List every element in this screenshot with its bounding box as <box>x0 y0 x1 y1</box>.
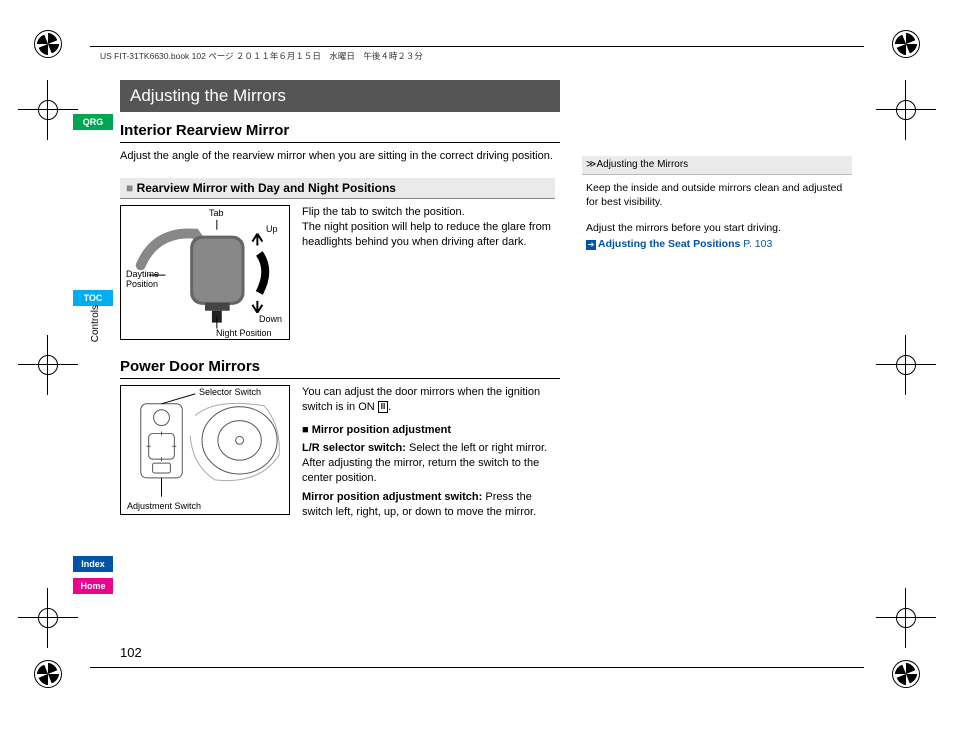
mpas-label: Mirror position adjustment switch: <box>302 491 482 503</box>
figure-rearview-mirror: Tab Up Down Daytime Position Night Posit… <box>120 205 290 340</box>
fig-text-2: The night position will help to reduce t… <box>302 220 560 250</box>
sidebar-link-row: ➜Adjusting the Seat Positions P. 103 <box>586 237 848 251</box>
fig-label-down: Down <box>259 314 282 324</box>
sidebar-p1: Keep the inside and outside mirrors clea… <box>586 181 848 209</box>
ignition-on-icon: II <box>378 401 388 414</box>
tab-qrg[interactable]: QRG <box>73 114 113 130</box>
fig-label-tab: Tab <box>209 208 224 218</box>
reg-mark-icon <box>892 30 920 58</box>
fig-label-adjust: Adjustment Switch <box>127 501 201 511</box>
power-intro-b: . <box>388 401 391 413</box>
page-number: 102 <box>120 645 142 660</box>
header-rule <box>90 46 864 47</box>
lr-label: L/R selector switch: <box>302 442 406 454</box>
tab-index[interactable]: Index <box>73 556 113 572</box>
link-arrow-icon: ➜ <box>586 240 596 250</box>
footer-rule <box>90 667 864 668</box>
tab-toc[interactable]: TOC <box>73 290 113 306</box>
reg-mark-icon <box>876 335 936 395</box>
side-tabs: QRG TOC Index Home <box>73 114 113 754</box>
sidebar-p2: Adjust the mirrors before you start driv… <box>586 221 848 235</box>
figure-text-block-2: You can adjust the door mirrors when the… <box>302 385 560 520</box>
fig-label-daytime: Daytime Position <box>126 269 166 289</box>
reg-mark-icon <box>18 588 78 648</box>
subheading-day-night: Rearview Mirror with Day and Night Posit… <box>120 178 555 199</box>
fig-label-up: Up <box>266 224 278 234</box>
fig-label-selector: Selector Switch <box>199 387 261 397</box>
page-title: Adjusting the Mirrors <box>120 80 560 112</box>
link-page-ref: P. 103 <box>743 238 772 250</box>
intro-text: Adjust the angle of the rearview mirror … <box>120 149 560 164</box>
reg-mark-icon <box>876 80 936 140</box>
page-content: QRG TOC Index Home Controls Adjusting th… <box>120 80 859 648</box>
reg-mark-icon <box>18 80 78 140</box>
mpas-para: Mirror position adjustment switch: Press… <box>302 490 560 520</box>
power-intro-a: You can adjust the door mirrors when the… <box>302 386 540 413</box>
heading-power: Power Door Mirrors <box>120 358 560 379</box>
power-intro: You can adjust the door mirrors when the… <box>302 385 560 415</box>
fig-label-night: Night Position <box>216 328 272 338</box>
fig-text-1: Flip the tab to switch the position. <box>302 205 560 220</box>
reg-mark-icon <box>892 660 920 688</box>
sub-mirror-pos: ■ Mirror position adjustment <box>302 423 560 438</box>
reg-mark-icon <box>34 30 62 58</box>
figure-text-block: Flip the tab to switch the position. The… <box>302 205 560 340</box>
lr-para: L/R selector switch: Select the left or … <box>302 441 560 486</box>
figure-power-mirror: Selector Switch Adjustment Switch <box>120 385 290 515</box>
reg-mark-icon <box>876 588 936 648</box>
header-meta: US FIT-31TK6630.book 102 ページ ２０１１年６月１５日 … <box>100 50 423 62</box>
reg-mark-icon <box>34 660 62 688</box>
sidebar-marker-icon: ≫ <box>586 159 596 170</box>
info-sidebar: ≫Adjusting the Mirrors Keep the inside a… <box>582 156 852 257</box>
heading-interior: Interior Rearview Mirror <box>120 122 560 143</box>
link-seat-positions[interactable]: Adjusting the Seat Positions <box>598 238 740 250</box>
reg-mark-icon <box>18 335 78 395</box>
sidebar-head-text: Adjusting the Mirrors <box>596 159 688 170</box>
tab-home[interactable]: Home <box>73 578 113 594</box>
section-label: Controls <box>90 305 101 342</box>
sidebar-head: ≫Adjusting the Mirrors <box>582 156 852 175</box>
